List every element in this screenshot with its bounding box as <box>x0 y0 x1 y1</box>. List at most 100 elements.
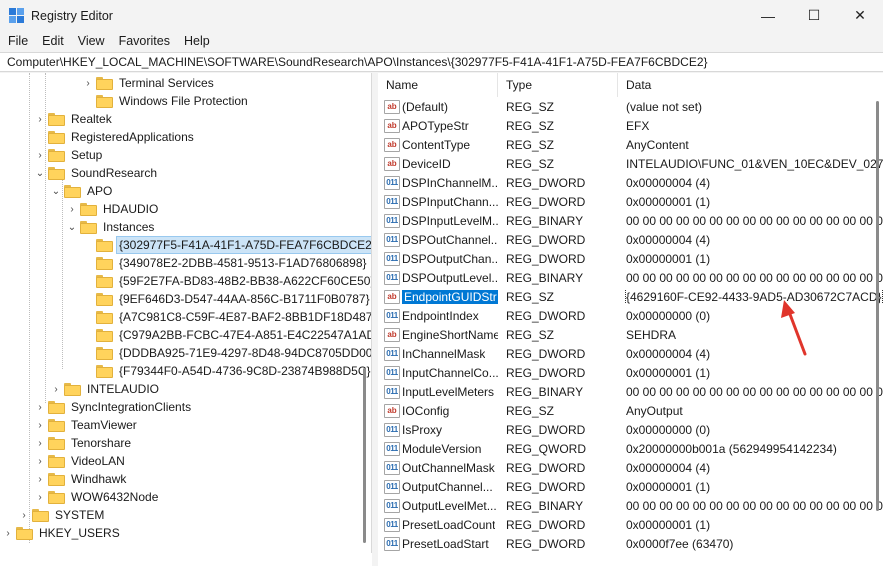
value-row[interactable]: 011 InputLevelMeters REG_BINARY 00 00 00 00… <box>378 382 883 401</box>
tree-item[interactable]: › WOW6432Node <box>34 488 160 506</box>
tree-item[interactable]: ⌄ APO <box>50 182 114 200</box>
chevron-down-icon[interactable]: ⌄ <box>66 218 78 236</box>
value-row[interactable]: ab EngineShortName REG_SZ SEHDRA <box>378 325 883 344</box>
value-row[interactable]: 011 InChannelMask REG_DWORD 0x00000004 (4) <box>378 344 883 363</box>
maximize-button[interactable]: ☐ <box>791 0 837 31</box>
chevron-right-icon[interactable]: › <box>34 470 46 488</box>
value-row[interactable]: ab EndpointGUIDStr REG_SZ {4629160F-CE92-44… <box>378 287 883 306</box>
list-scroll-thumb[interactable] <box>876 101 879 511</box>
value-row[interactable]: ab (Default) REG_SZ (value not set) <box>378 97 883 116</box>
folder-icon <box>96 238 113 252</box>
chevron-right-icon[interactable]: › <box>34 416 46 434</box>
tree-item[interactable]: Windows File Protection <box>82 92 250 110</box>
tree-item[interactable]: {A7C981C8-C59F-4E87-BAF2-8BB1DF18D487} <box>82 308 371 326</box>
chevron-right-icon[interactable]: › <box>34 434 46 452</box>
folder-icon <box>96 76 113 90</box>
tree-item[interactable]: {C979A2BB-FCBC-47E4-A851-E4C22547A1AD} <box>82 326 371 344</box>
value-row[interactable]: 011 DSPOutChannel... REG_DWORD 0x00000004 (… <box>378 230 883 249</box>
chevron-right-icon[interactable]: › <box>34 146 46 164</box>
value-name: InputChannelCo... <box>402 365 498 380</box>
value-row[interactable]: 011 DSPInputLevelM... REG_BINARY 00 00 00 0… <box>378 211 883 230</box>
chevron-right-icon[interactable]: › <box>34 110 46 128</box>
tree-item[interactable]: › HDAUDIO <box>66 200 160 218</box>
value-row[interactable]: ab ContentType REG_SZ AnyContent <box>378 135 883 154</box>
tree-item[interactable]: {349078E2-2DBB-4581-9513-F1AD76806898} <box>82 254 369 272</box>
menu-help[interactable]: Help <box>177 34 217 48</box>
menu-file[interactable]: File <box>0 34 35 48</box>
chevron-right-icon[interactable]: › <box>2 524 14 542</box>
tree-item[interactable]: RegisteredApplications <box>34 128 196 146</box>
value-data: SEHDRA <box>626 327 677 342</box>
list-vertical-scrollbar[interactable] <box>874 97 882 553</box>
tree-item[interactable]: {59F2E7FA-BD83-48B2-BB38-A622CF60CE50} <box>82 272 371 290</box>
key-tree-pane[interactable]: › Terminal Services Windows File Protectio… <box>0 73 372 566</box>
tree-item[interactable]: › INTELAUDIO <box>50 380 161 398</box>
menu-favorites[interactable]: Favorites <box>112 34 177 48</box>
tree-item[interactable]: › SYSTEM <box>18 506 106 524</box>
tree-item[interactable]: › VideoLAN <box>34 452 127 470</box>
chevron-right-icon[interactable]: › <box>66 200 78 218</box>
tree-item[interactable]: {9EF646D3-D547-44AA-856C-B1711F0B0787} <box>82 290 371 308</box>
value-row[interactable]: 011 IsProxy REG_DWORD 0x00000000 (0) <box>378 420 883 439</box>
tree-item[interactable]: › Tenorshare <box>34 434 133 452</box>
tree-item[interactable]: {F79344F0-A54D-4736-9C8D-23874B988D5C} <box>82 362 371 380</box>
chevron-right-icon[interactable]: › <box>34 488 46 506</box>
tree-item[interactable]: {302977F5-F41A-41F1-A75D-FEA7F6CBDCE2} <box>82 236 371 254</box>
value-row[interactable]: 011 PresetLoadStart REG_DWORD 0x0000f7ee (6… <box>378 534 883 553</box>
chevron-right-icon[interactable]: › <box>34 452 46 470</box>
close-button[interactable]: ✕ <box>837 0 883 31</box>
value-row[interactable]: 011 EndpointIndex REG_DWORD 0x00000000 (0) <box>378 306 883 325</box>
tree-item[interactable]: › TeamViewer <box>34 416 139 434</box>
value-row[interactable]: 011 OutputChannel... REG_DWORD 0x00000001 (… <box>378 477 883 496</box>
values-list-pane[interactable]: Name Type Data ab (Default) REG_SZ (value n… <box>378 73 883 566</box>
value-row[interactable]: 011 InputChannelCo... REG_DWORD 0x00000001 … <box>378 363 883 382</box>
value-row[interactable]: 011 DSPOutputLevel... REG_BINARY 00 00 00 0… <box>378 268 883 287</box>
chevron-right-icon[interactable]: › <box>50 380 62 398</box>
value-row[interactable]: ab APOTypeStr REG_SZ EFX <box>378 116 883 135</box>
folder-icon <box>96 94 113 108</box>
tree-item[interactable]: › SyncIntegrationClients <box>34 398 193 416</box>
tree-item[interactable]: › Setup <box>34 146 104 164</box>
tree-horizontal-scrollbar[interactable] <box>0 553 372 566</box>
value-row[interactable]: 011 DSPOutputChan... REG_DWORD 0x00000001 (… <box>378 249 883 268</box>
value-row[interactable]: 011 PresetLoadCount REG_DWORD 0x00000001 (1… <box>378 515 883 534</box>
column-header-data[interactable]: Data <box>618 73 883 97</box>
tree-item[interactable]: {DDDBA925-71E9-4297-8D48-94DC8705DD00} <box>82 344 371 362</box>
minimize-button[interactable]: — <box>745 0 791 31</box>
tree-item-label: Windows File Protection <box>119 94 248 108</box>
chevron-down-icon[interactable]: ⌄ <box>50 182 62 200</box>
tree-item-label: TeamViewer <box>71 418 137 432</box>
value-row[interactable]: 011 OutputLevelMet... REG_BINARY 00 00 00 0… <box>378 496 883 515</box>
menu-edit[interactable]: Edit <box>35 34 71 48</box>
chevron-right-icon[interactable]: › <box>34 398 46 416</box>
tree-item[interactable]: › Realtek <box>34 110 114 128</box>
value-row[interactable]: ab IOConfig REG_SZ AnyOutput <box>378 401 883 420</box>
value-name: DSPInputChann... <box>402 194 498 209</box>
value-data-cell: 0x00000004 (4) <box>618 461 883 475</box>
tree-item[interactable]: ⌄ SoundResearch <box>34 164 159 182</box>
value-row[interactable]: ab DeviceID REG_SZ INTELAUDIO\FUNC_01&VEN_1… <box>378 154 883 173</box>
tree-vertical-scrollbar[interactable] <box>361 73 369 553</box>
value-row[interactable]: 011 DSPInChannelM... REG_DWORD 0x00000004 (… <box>378 173 883 192</box>
chevron-down-icon[interactable]: ⌄ <box>34 164 46 182</box>
tree-item-label: APO <box>87 184 113 198</box>
value-row[interactable]: 011 DSPInputChann... REG_DWORD 0x00000001 (… <box>378 192 883 211</box>
tree-item[interactable]: › Windhawk <box>34 470 128 488</box>
tree-scroll-thumb[interactable] <box>363 368 366 543</box>
chevron-right-icon[interactable]: › <box>82 74 94 92</box>
tree-item[interactable]: › Terminal Services <box>82 74 216 92</box>
value-row[interactable]: 011 OutChannelMask REG_DWORD 0x00000004 (4) <box>378 458 883 477</box>
value-type: REG_DWORD <box>506 422 586 437</box>
column-header-type[interactable]: Type <box>498 73 618 97</box>
value-type: REG_BINARY <box>506 270 584 285</box>
menu-view[interactable]: View <box>71 34 112 48</box>
tree-item[interactable]: ⌄ Instances <box>66 218 156 236</box>
tree-item[interactable]: › HKEY_USERS <box>2 524 122 542</box>
column-header-name[interactable]: Name <box>378 73 498 97</box>
chevron-right-icon[interactable]: › <box>18 506 30 524</box>
address-bar[interactable]: Computer\HKEY_LOCAL_MACHINE\SOFTWARE\Sou… <box>0 52 883 72</box>
value-data: 0x00000001 (1) <box>626 479 711 494</box>
value-data: 0x20000000b001a (562949954142234) <box>626 441 837 456</box>
value-row[interactable]: 011 ModuleVersion REG_QWORD 0x20000000b001a… <box>378 439 883 458</box>
